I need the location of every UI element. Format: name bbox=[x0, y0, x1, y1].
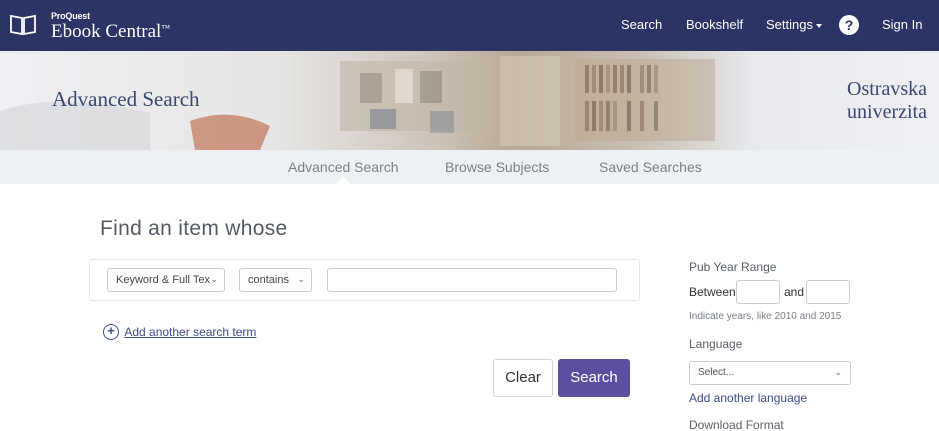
sub-navigation: Advanced Search Browse Subjects Saved Se… bbox=[0, 150, 939, 184]
active-tab-indicator bbox=[336, 176, 350, 184]
nav-search-link[interactable]: Search bbox=[621, 17, 662, 32]
question-circle-icon[interactable]: ? bbox=[839, 15, 859, 35]
brand-name-text: Ebook Central bbox=[51, 21, 162, 42]
page-banner: Advanced Search Ostravska univerzita bbox=[0, 51, 939, 150]
language-select[interactable]: Select... ⌄ bbox=[689, 361, 851, 385]
nav-settings-label: Settings bbox=[766, 17, 813, 32]
year-from-input[interactable] bbox=[736, 280, 780, 304]
clear-button[interactable]: Clear bbox=[493, 359, 553, 397]
search-heading: Find an item whose bbox=[100, 217, 288, 240]
chevron-down-icon: ⌄ bbox=[834, 367, 842, 377]
year-to-input[interactable] bbox=[806, 280, 850, 304]
top-navigation-bar: ProQuest Ebook Central™ Search Bookshelf… bbox=[0, 0, 939, 51]
institution-name-line2: univerzita bbox=[847, 101, 927, 123]
brand-name[interactable]: Ebook Central™ bbox=[51, 21, 170, 43]
language-select-value: Select... bbox=[698, 367, 735, 378]
plus-circle-icon: + bbox=[103, 324, 119, 340]
caret-down-icon bbox=[815, 23, 822, 28]
institution-name-line1: Ostravska bbox=[847, 78, 927, 100]
search-field-select[interactable]: Keyword & Full Tex ⌄ bbox=[107, 268, 225, 292]
institution-name: Ostravska univerzita bbox=[847, 78, 927, 124]
operator-select[interactable]: contains ⌄ bbox=[239, 268, 312, 292]
tab-browse-subjects[interactable]: Browse Subjects bbox=[445, 159, 549, 175]
nav-bookshelf-link[interactable]: Bookshelf bbox=[686, 17, 743, 32]
operator-value: contains bbox=[248, 274, 289, 286]
search-button[interactable]: Search bbox=[558, 359, 630, 397]
add-search-term-link[interactable]: + Add another search term bbox=[103, 324, 256, 340]
nav-sign-in-link[interactable]: Sign In bbox=[882, 17, 922, 32]
search-term-input[interactable] bbox=[327, 268, 617, 292]
chevron-down-icon: ⌄ bbox=[210, 274, 218, 284]
pub-year-range-label: Pub Year Range bbox=[689, 260, 777, 274]
open-book-icon[interactable] bbox=[9, 12, 37, 36]
between-label: Between bbox=[689, 285, 736, 299]
tab-saved-searches[interactable]: Saved Searches bbox=[599, 159, 702, 175]
and-label: and bbox=[784, 285, 805, 299]
nav-settings-menu[interactable]: Settings bbox=[766, 17, 822, 32]
tab-advanced-search[interactable]: Advanced Search bbox=[288, 159, 399, 175]
page-title: Advanced Search bbox=[52, 87, 200, 111]
trademark-symbol: ™ bbox=[161, 23, 171, 33]
year-range-hint: Indicate years, like 2010 and 2015 bbox=[689, 311, 842, 322]
add-search-term-label: Add another search term bbox=[124, 325, 257, 339]
add-language-link[interactable]: Add another language bbox=[689, 391, 807, 405]
chevron-down-icon: ⌄ bbox=[297, 274, 305, 284]
search-field-value: Keyword & Full Tex bbox=[116, 274, 210, 286]
brand-small-text: ProQuest bbox=[51, 11, 90, 21]
language-label: Language bbox=[689, 337, 743, 351]
download-format-label: Download Format bbox=[689, 418, 784, 431]
